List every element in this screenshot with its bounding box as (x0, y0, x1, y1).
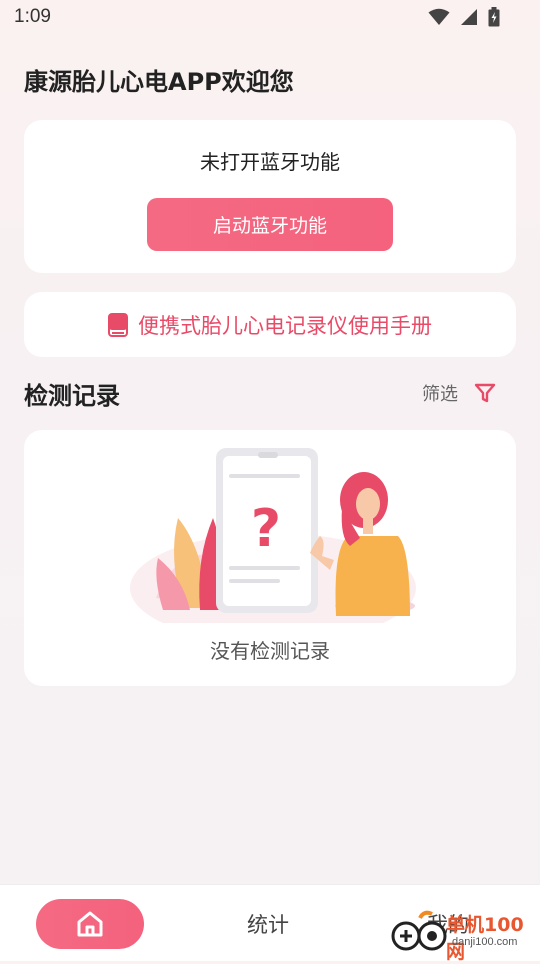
filter-button[interactable]: 筛选 (422, 380, 496, 406)
home-icon (77, 911, 103, 937)
enable-bluetooth-button[interactable]: 启动蓝牙功能 (147, 198, 393, 251)
bluetooth-status-text: 未打开蓝牙功能 (200, 150, 340, 174)
nav-home-tab[interactable] (36, 899, 144, 949)
empty-records-illustration: ? (130, 448, 416, 623)
watermark: 单机100网 danji100.com (390, 906, 540, 963)
nav-stats-tab[interactable]: 统计 (247, 909, 289, 939)
manual-label: 便携式胎儿心电记录仪使用手册 (138, 313, 432, 338)
status-bar: 1:09 (0, 0, 540, 36)
empty-records-text: 没有检测记录 (210, 639, 330, 663)
status-time: 1:09 (14, 6, 51, 27)
records-title: 检测记录 (24, 382, 120, 410)
manual-card: 便携式胎儿心电记录仪使用手册 (24, 292, 516, 357)
page-title: 康源胎儿心电APP欢迎您 (24, 68, 294, 96)
watermark-logo-icon (391, 910, 447, 951)
battery-charging-icon (488, 7, 500, 27)
manual-link[interactable]: 便携式胎儿心电记录仪使用手册 (24, 292, 516, 357)
cellular-signal-icon (461, 9, 477, 25)
filter-label: 筛选 (422, 384, 458, 405)
bluetooth-card: 未打开蓝牙功能 启动蓝牙功能 (24, 120, 516, 273)
records-card: ? 没有检测记录 (24, 430, 516, 686)
book-icon (108, 312, 128, 337)
status-icons (428, 7, 500, 27)
watermark-url: danji100.com (452, 936, 518, 948)
filter-icon (474, 383, 496, 403)
svg-text:?: ? (251, 499, 281, 559)
wifi-icon (428, 8, 450, 25)
